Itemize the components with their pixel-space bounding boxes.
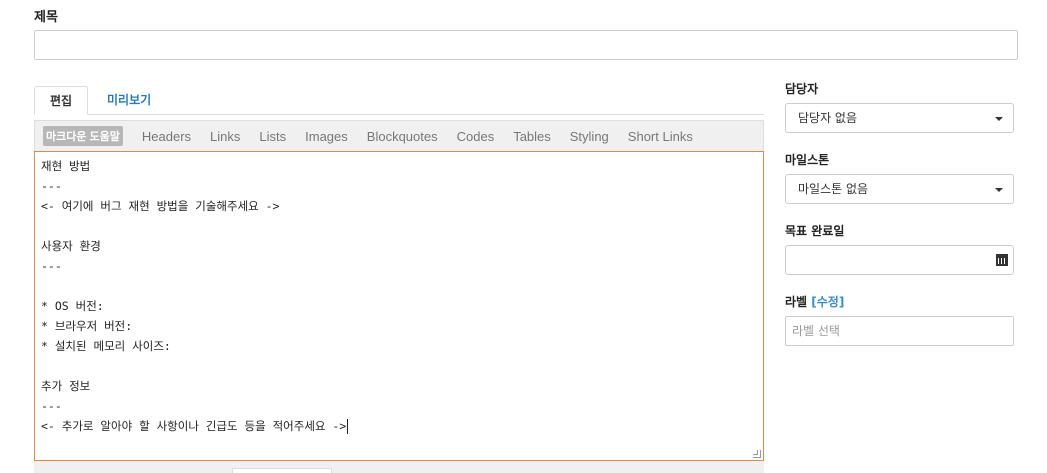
calendar-icon[interactable] <box>996 254 1008 266</box>
milestone-select[interactable]: 마일스톤 없음 <box>785 174 1014 204</box>
chevron-down-icon <box>995 117 1003 121</box>
editor-line: * 설치된 메모리 사이즈: <box>41 339 171 353</box>
resize-grip-icon[interactable] <box>753 450 761 458</box>
editor-line: 사용자 환경 <box>41 239 101 253</box>
markdown-help-button[interactable]: 마크다운 도움말 <box>43 126 123 146</box>
editor-line: --- <box>41 179 62 193</box>
toolbar-link-blockquotes[interactable]: Blockquotes <box>367 129 438 144</box>
editor-tabs: 편집 미리보기 <box>34 86 764 115</box>
markdown-toolbar: 마크다운 도움말 Headers Links Lists Images Bloc… <box>34 120 764 151</box>
labels-edit-link[interactable]: [수정] <box>811 295 844 309</box>
title-input[interactable] <box>34 30 1018 60</box>
due-date-input[interactable] <box>785 245 1014 275</box>
toolbar-link-tables[interactable]: Tables <box>513 129 551 144</box>
toolbar-link-links[interactable]: Links <box>210 129 240 144</box>
due-date-label: 목표 완료일 <box>785 224 845 238</box>
toolbar-link-styling[interactable]: Styling <box>570 129 609 144</box>
title-label: 제목 <box>34 10 58 25</box>
editor-line: --- <box>41 259 62 273</box>
assignee-select[interactable]: 담당자 없음 <box>785 103 1014 133</box>
chevron-down-icon <box>995 188 1003 192</box>
toolbar-link-images[interactable]: Images <box>305 129 348 144</box>
tab-preview[interactable]: 미리보기 <box>92 86 166 115</box>
labels-label-text: 라벨 <box>785 295 808 309</box>
editor-line: <- 여기에 버그 재현 방법을 기술해주세요 -> <box>41 199 280 213</box>
milestone-label: 마일스톤 <box>785 153 830 167</box>
editor-line-text: <- 추가로 알아야 할 사항이나 긴급도 등을 적어주세요 -> <box>41 419 347 433</box>
labels-input[interactable]: 라벨 선택 <box>785 316 1014 346</box>
editor-line: * OS 버전: <box>41 299 104 313</box>
editor-line: 추가 정보 <box>41 379 91 393</box>
tab-edit[interactable]: 편집 <box>34 86 89 115</box>
footer-tab <box>232 468 332 473</box>
editor-line: --- <box>41 399 62 413</box>
toolbar-link-headers[interactable]: Headers <box>142 129 191 144</box>
toolbar-link-short-links[interactable]: Short Links <box>628 129 693 144</box>
editor-footer <box>34 461 764 473</box>
text-caret <box>347 419 349 434</box>
body-textarea[interactable]: 재현 방법 --- <- 여기에 버그 재현 방법을 기술해주세요 -> 사용자… <box>34 151 764 461</box>
assignee-value: 담당자 없음 <box>798 111 858 125</box>
milestone-value: 마일스톤 없음 <box>798 182 869 196</box>
toolbar-link-lists[interactable]: Lists <box>259 129 286 144</box>
toolbar-link-codes[interactable]: Codes <box>457 129 495 144</box>
assignee-label: 담당자 <box>785 82 819 96</box>
editor-line-last: <- 추가로 알아야 할 사항이나 긴급도 등을 적어주세요 -> <box>41 416 757 436</box>
editor-line: 재현 방법 <box>41 159 91 173</box>
labels-label: 라벨 [수정] <box>785 293 844 310</box>
editor-line: * 브라우저 버전: <box>41 319 133 333</box>
